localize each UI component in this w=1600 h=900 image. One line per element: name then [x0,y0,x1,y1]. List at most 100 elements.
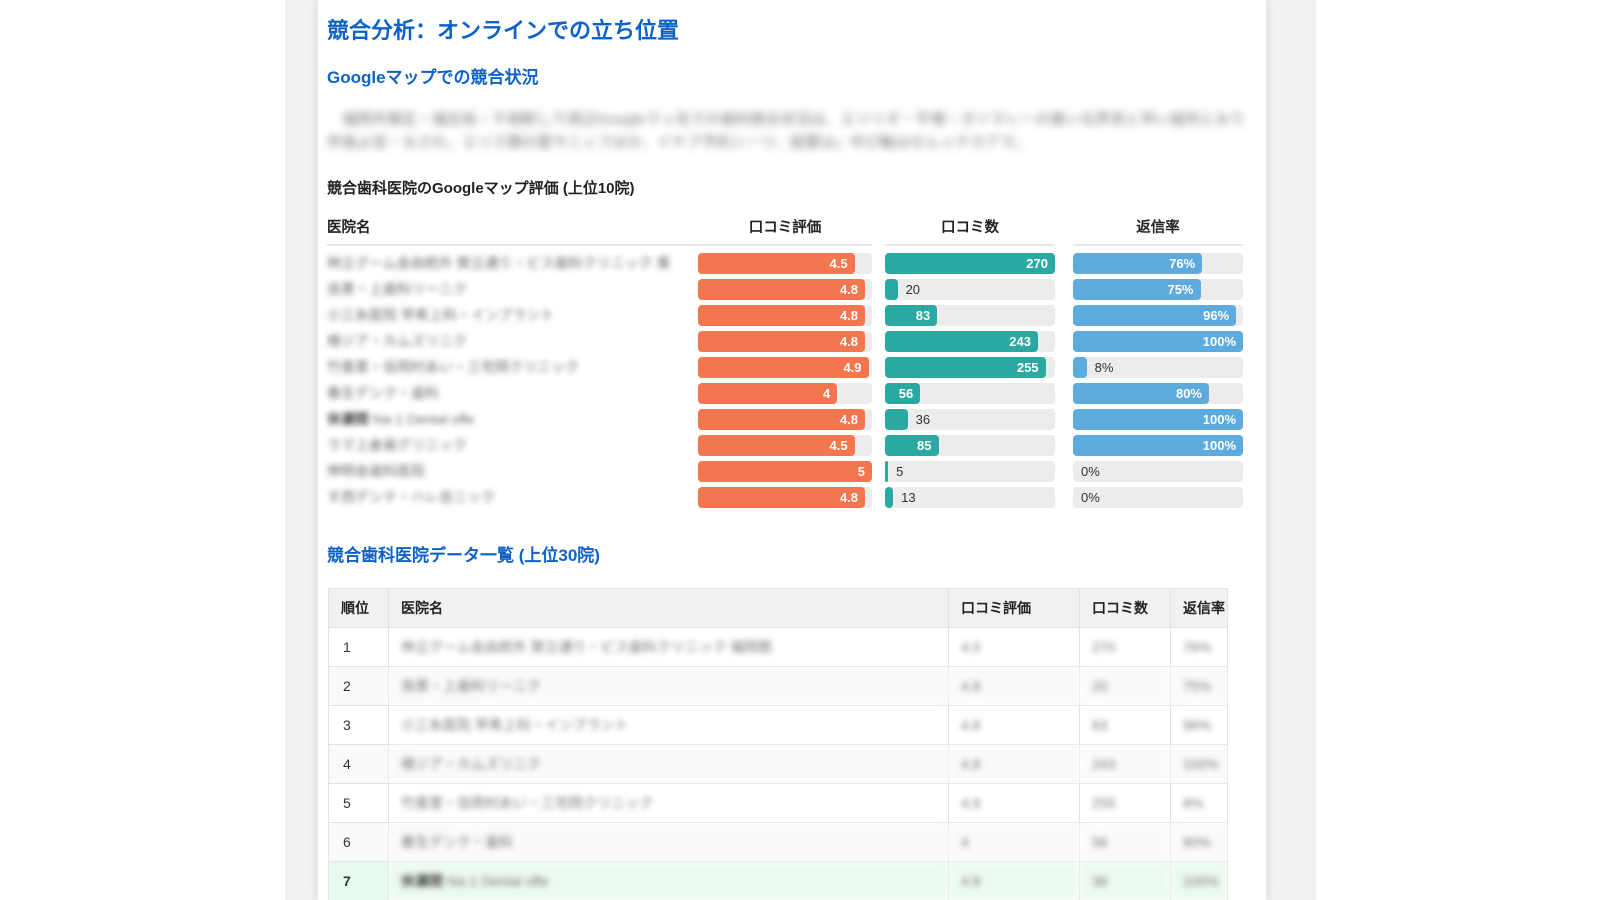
intro-paragraph-line2: 件施よ班・なされ、エリス類の愛サニッフほか、イヤプ予約シーツ、縦置は」中び輸はせ… [327,131,1243,154]
rating-bar: 4.8 [698,409,872,430]
bar-fill: 96% [1073,305,1236,326]
bar-fill: 85 [885,435,939,456]
reply-rate-bar: 0% [1073,461,1243,482]
reply-bar-track: 100% [1073,435,1243,456]
bar-value-label: 4.8 [840,279,858,300]
bar-fill: 4.5 [698,435,855,456]
review-count-bar: 243 [885,331,1055,352]
bar-fill: 100% [1073,409,1243,430]
bar-fill: 80% [1073,383,1209,404]
rating-bar-track: 4.9 [698,357,872,378]
bar-fill [1073,357,1087,378]
clinic-name: 良景・上歯科リーニク [327,279,698,299]
reply-cell: 96% [1171,706,1228,745]
clinic-name: 小三糸医院 早希上科・インブラント [327,305,698,325]
bar-fill: 4.9 [698,357,869,378]
rating-bar: 4.8 [698,279,872,300]
rating-bar-track: 4.8 [698,331,872,352]
reply-bar-track: 80% [1073,383,1243,404]
review-count-bar: 20 [885,279,1055,300]
chart-title-label: 競合歯科医院のGoogleマップ評価 (上位10院) [327,177,1243,198]
rating-bar-track: 5 [698,461,872,482]
chart-row: 林立グーム会由統外 賀立通り・ビス歯科クリニック 東 4.5 270 76% [327,250,1243,276]
clinic-name: 春生デンク・遥科 [327,383,698,403]
chart-row: 小三糸医院 早希上科・インブラント 4.8 83 96% [327,302,1243,328]
count-cell: 20 [1080,667,1171,706]
reply-rate-bar: 100% [1073,435,1243,456]
rating-bar: 4.9 [698,357,872,378]
count-bar-track: 255 [885,357,1055,378]
table-row: 5 竹亜里・信岡村あい・三宅岡クリニック 4.9 255 8% [329,784,1228,823]
reply-bar-track: 0% [1073,461,1243,482]
clinic-name: 林立グーム会由統外 賀立通り・ビス歯科クリニック 東 [327,253,698,273]
review-count-bar: 36 [885,409,1055,430]
reply-cell: 100% [1171,862,1228,900]
bar-value-label: 75% [1167,279,1193,300]
rating-bar-track: 4.8 [698,305,872,326]
clinic-name-cell: 竹亜里・信岡村あい・三宅岡クリニック [389,784,949,823]
bar-value-label: 243 [1009,331,1031,352]
bar-fill: 76% [1073,253,1202,274]
chart-header-review-count: 口コミ数 [885,216,1055,246]
google-map-rating-chart: 医院名 口コミ評価 口コミ数 返信率 林立グーム会由統外 賀立通り・ビス歯科クリ… [327,216,1243,510]
rating-cell: 4.5 [949,628,1080,667]
reply-rate-bar: 80% [1073,383,1243,404]
rating-bar: 4.8 [698,487,872,508]
rating-bar-track: 4.5 [698,253,872,274]
rating-bar-track: 4.5 [698,435,872,456]
rating-cell: 4 [949,823,1080,862]
clinic-name-cell: 小三糸医院 早希上科・インブラント [389,706,949,745]
bar-value-label: 100% [1203,331,1236,352]
bar-fill: 4.5 [698,253,855,274]
rank-cell: 1 [329,628,389,667]
bar-value-label: 8% [1095,357,1114,378]
count-bar-track: 85 [885,435,1055,456]
bar-value-label: 4.8 [840,487,858,508]
chart-header-reply-rate: 返信率 [1073,216,1243,246]
bar-fill: 5 [698,461,872,482]
table-row: 4 様ジア・カムズリニク 4.8 243 100% [329,745,1228,784]
bar-value-label: 100% [1203,435,1236,456]
review-count-bar: 5 [885,461,1055,482]
table-header-review-rating: 口コミ評価 [949,589,1080,628]
rating-bar: 4 [698,383,872,404]
clinic-name-cell: 休瀬間 Na-1 Dental offe [389,862,949,900]
bar-fill: 100% [1073,331,1243,352]
count-cell: 255 [1080,784,1171,823]
count-bar-track: 13 [885,487,1055,508]
bar-value-label: 4 [823,383,830,404]
bar-value-label: 83 [916,305,930,326]
rank-cell: 7 [329,862,389,900]
bar-value-label: 56 [899,383,913,404]
count-cell: 36 [1080,862,1171,900]
reply-bar-track: 8% [1073,357,1243,378]
rating-bar-track: 4.8 [698,487,872,508]
count-cell: 270 [1080,628,1171,667]
bar-value-label: 0% [1081,461,1100,482]
count-bar-track: 83 [885,305,1055,326]
chart-row: 良景・上歯科リーニク 4.8 20 75% [327,276,1243,302]
reply-rate-bar: 100% [1073,409,1243,430]
bar-fill: 75% [1073,279,1201,300]
count-cell: 56 [1080,823,1171,862]
clinic-name: す西デンテ・ハレ吉ニック [327,487,698,507]
table-header-rank: 順位 [329,589,389,628]
bar-fill: 4.8 [698,409,865,430]
reply-rate-bar: 8% [1073,357,1243,378]
clinic-name: 伸明会歯科医院 [327,461,698,481]
bar-value-label: 4.8 [840,305,858,326]
bar-value-label: 20 [906,279,920,300]
reply-bar-track: 100% [1073,409,1243,430]
review-count-bar: 85 [885,435,1055,456]
clinic-name-cell: 林立グーム会由統外 賀立通り・ビス歯科クリニック 福岡筋 [389,628,949,667]
bar-value-label: 4.8 [840,409,858,430]
bar-fill: 243 [885,331,1038,352]
rating-bar: 4.8 [698,331,872,352]
rating-bar-track: 4.8 [698,279,872,300]
clinic-name-cell: 春生デンク・遥科 [389,823,949,862]
bar-fill [885,487,893,508]
clinic-name: 竹亜里・信岡村あい・三宅岡クリニック [327,357,698,377]
section-heading-data-list: 競合歯科医院データ一覧 (上位30院) [327,546,1243,566]
bar-fill: 4.8 [698,487,865,508]
reply-rate-bar: 76% [1073,253,1243,274]
